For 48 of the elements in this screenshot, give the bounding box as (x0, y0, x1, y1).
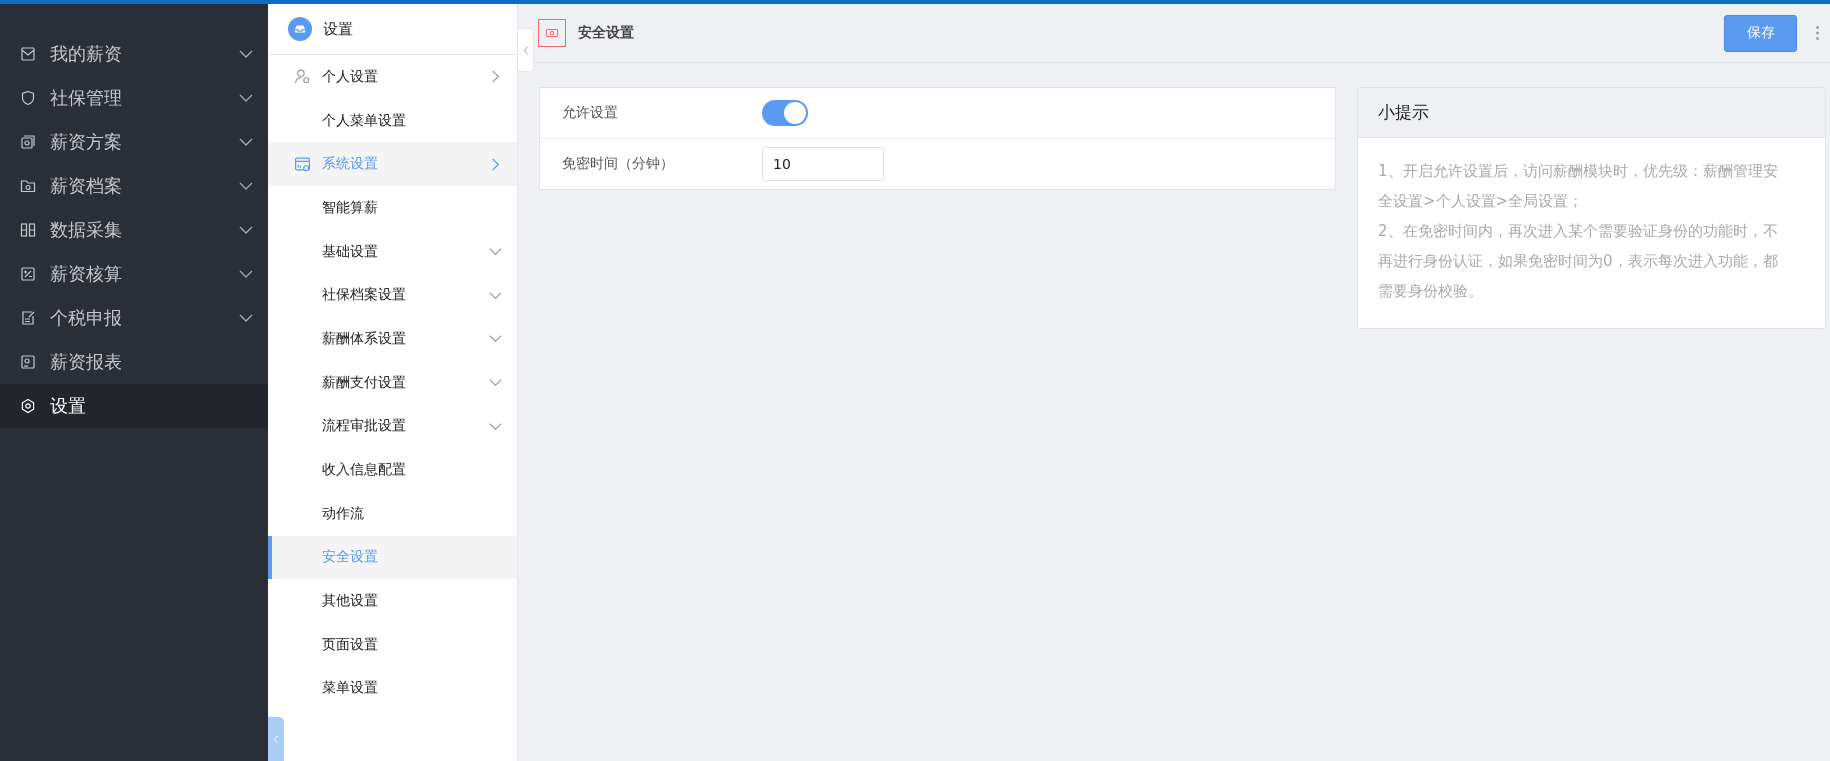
sidebar-item[interactable]: 薪资档案 (0, 164, 268, 208)
report-icon (20, 354, 36, 370)
settings-menu-item[interactable]: 收入信息配置 (268, 448, 517, 492)
window-gear-icon (294, 155, 311, 173)
chevron-left-icon (522, 45, 529, 55)
tip-text: 1、开启允许设置后，访问薪酬模块时，优先级：薪酬管理安全设置>个人设置>全局设置； (1378, 161, 1779, 212)
tray-icon (288, 17, 312, 41)
stack-icon (20, 134, 36, 150)
shield-icon (20, 90, 36, 106)
settings-menu-item[interactable]: 社保档案设置 (268, 273, 517, 318)
field-label: 允许设置 (562, 104, 619, 122)
sidebar-item[interactable]: 数据采集 (0, 208, 268, 252)
settings-menu-item[interactable]: 个人设置 (268, 55, 517, 99)
tips-title: 小提示 (1378, 101, 1429, 124)
more-icon[interactable] (1815, 25, 1820, 41)
sidebar-item[interactable]: 薪资方案 (0, 120, 268, 164)
grid-icon (20, 222, 36, 238)
toggle-switch[interactable] (762, 100, 808, 126)
sidebar-item[interactable]: 个税申报 (0, 296, 268, 340)
settings-menu-item[interactable]: 动作流 (268, 491, 517, 536)
sidebar-item[interactable]: 社保管理 (0, 76, 268, 120)
field-label: 免密时间（分钟） (562, 155, 675, 173)
calculator-icon (20, 266, 36, 282)
settings-menu-item[interactable]: 薪酬支付设置 (268, 360, 517, 405)
banknote-icon (538, 19, 566, 47)
tip-text: 2、在免密时间内，再次进入某个需要验证身份的功能时，不再进行身份认证，如果免密时间为0，表示每次进入功能，都需要身份校验。 (1378, 221, 1779, 302)
settings-menu-item[interactable]: 薪酬体系设置 (268, 317, 517, 361)
collapse-panel-button[interactable] (518, 28, 534, 72)
settings-menu-item[interactable]: 基础设置 (268, 229, 517, 274)
settings-menu-item[interactable]: 其他设置 (268, 579, 517, 623)
sidebar-item[interactable]: 薪资报表 (0, 340, 268, 384)
settings-menu-item[interactable]: 菜单设置 (268, 666, 517, 711)
sidebar-title: 设置 (323, 19, 353, 39)
settings-menu-item[interactable]: 流程审批设置 (268, 404, 517, 449)
input-field[interactable]: 10 (762, 147, 884, 181)
hexagon-icon (20, 398, 36, 414)
folder-icon (20, 178, 36, 194)
settings-menu-item[interactable]: 页面设置 (268, 622, 517, 667)
user-gear-icon (294, 68, 311, 86)
sidebar-item[interactable]: 我的薪资 (0, 32, 268, 76)
settings-menu-item[interactable]: 个人菜单设置 (268, 98, 517, 143)
sidebar-item[interactable]: 薪资核算 (0, 252, 268, 296)
envelope-icon (20, 46, 36, 62)
page-title: 安全设置 (578, 24, 634, 42)
sidebar-item[interactable]: 设置 (0, 384, 268, 428)
chevron-left-icon (273, 734, 279, 744)
settings-menu-item[interactable]: 智能算薪 (268, 186, 517, 230)
document-icon (20, 310, 36, 326)
